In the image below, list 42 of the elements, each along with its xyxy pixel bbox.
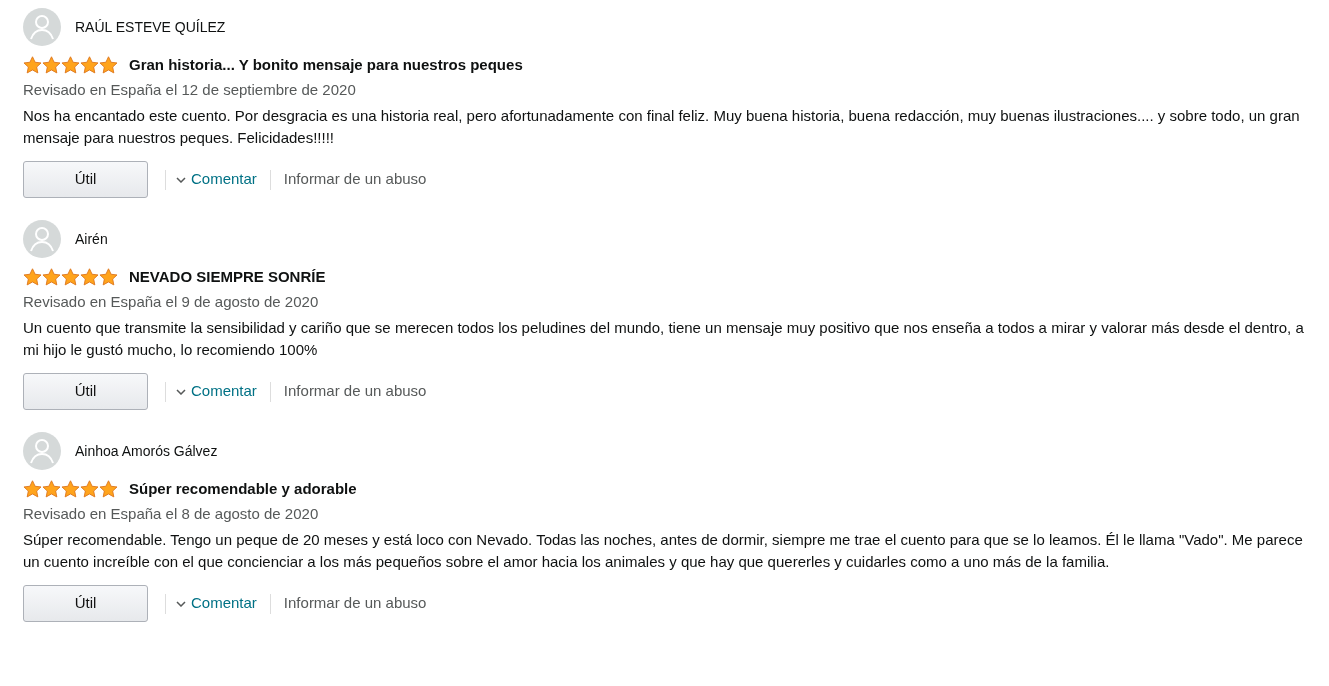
caret-icon <box>176 600 186 607</box>
comment-link[interactable]: Comentar <box>191 168 257 191</box>
star-icon <box>61 268 80 287</box>
caret-icon <box>176 176 186 183</box>
reviewer-name: Airén <box>75 229 108 249</box>
star-icon <box>99 480 118 499</box>
report-abuse-link[interactable]: Informar de un abuso <box>283 168 427 191</box>
star-icon <box>42 268 61 287</box>
star-icon <box>61 56 80 75</box>
avatar-icon <box>23 8 61 46</box>
review-date: Revisado en España el 8 de agosto de 2020 <box>23 503 320 524</box>
review-text: Un cuento que transmite la sensibilidad y cariño que se merecen todos los peludines del mundo, tiene un mensaje muy positivo que nos enseña a todos a mirar y valorar más desde el dentro, a mi hijo le gustó mucho, lo recomiendo 100% <box>23 318 1305 360</box>
review-title[interactable]: NEVADO SIEMPRE SONRÍE <box>129 266 326 289</box>
review-title[interactable]: Gran historia... Y bonito mensaje para nuestros peques <box>129 54 523 77</box>
review-text: Súper recomendable. Tengo un peque de 20 meses y está loco con Nevado. Todas las noches, antes de dormir, siempre me trae el cuento para que se lo leamos. Él le llama "Vado". Me parece un cuento increíble con el que concienciar a los más pequeños sobre el amor hacia los animales y que hay que quererles y cuidarles como a uno más de la familia. <box>23 530 1304 572</box>
reviewer-name: RAÚL ESTEVE QUÍLEZ <box>75 17 226 37</box>
star-icon <box>80 268 99 287</box>
star-icon <box>80 56 99 75</box>
star-icon <box>61 480 80 499</box>
review-text: Nos ha encantado este cuento. Por desgracia es una historia real, pero afortunadamente con final feliz. Muy buena historia, buena redacción, muy buenas ilustraciones.... y sobre todo, un gran mensaje para nuestros peques. Felicidades!!!!! <box>23 106 1301 148</box>
star-icon <box>80 480 99 499</box>
reviewer-name: Ainhoa Amorós Gálvez <box>75 441 218 461</box>
star-icon <box>42 480 61 499</box>
star-icon <box>99 56 118 75</box>
star-icon <box>23 56 42 75</box>
star-icon <box>23 480 42 499</box>
review-date: Revisado en España el 12 de septiembre de 2020 <box>23 79 357 100</box>
report-abuse-link[interactable]: Informar de un abuso <box>283 380 427 403</box>
avatar-icon <box>23 432 61 470</box>
helpful-button[interactable]: Útil <box>23 161 148 198</box>
helpful-button[interactable]: Útil <box>23 585 148 622</box>
comment-link[interactable]: Comentar <box>191 592 257 615</box>
star-icon <box>23 268 42 287</box>
report-abuse-link[interactable]: Informar de un abuso <box>283 592 427 615</box>
review-title[interactable]: Súper recomendable y adorable <box>129 478 357 501</box>
star-icon <box>99 268 118 287</box>
helpful-button[interactable]: Útil <box>23 373 148 410</box>
avatar-icon <box>23 220 61 258</box>
comment-link[interactable]: Comentar <box>191 380 257 403</box>
caret-icon <box>176 388 186 395</box>
star-icon <box>42 56 61 75</box>
review-date: Revisado en España el 9 de agosto de 2020 <box>23 291 320 312</box>
